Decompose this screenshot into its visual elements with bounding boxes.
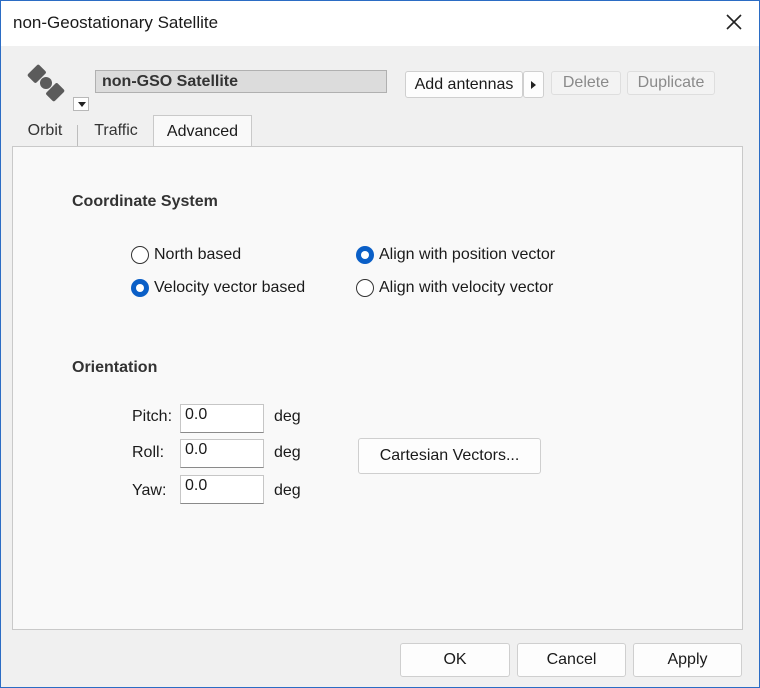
tab-advanced[interactable]: Advanced: [153, 115, 252, 146]
radio-label: North based: [154, 246, 242, 263]
orientation-title: Orientation: [72, 359, 158, 376]
yaw-label: Yaw:: [132, 482, 167, 499]
radio-label: Align with velocity vector: [379, 279, 554, 296]
radio-dot: [356, 246, 374, 264]
roll-input[interactable]: 0.0: [180, 439, 264, 468]
add-antennas-button[interactable]: Add antennas: [405, 71, 523, 98]
title-bar: non-Geostationary Satellite: [1, 1, 759, 46]
delete-button[interactable]: Delete: [551, 71, 621, 95]
advanced-panel: Coordinate System North based Velocity v…: [12, 146, 743, 630]
radio-label: Align with position vector: [379, 246, 556, 263]
pitch-input[interactable]: 0.0: [180, 404, 264, 433]
window-title: non-Geostationary Satellite: [13, 13, 219, 32]
tab-traffic[interactable]: Traffic: [81, 115, 151, 146]
satellite-icon: [23, 60, 69, 106]
dropdown-arrow-icon[interactable]: [73, 97, 89, 111]
duplicate-button[interactable]: Duplicate: [627, 71, 715, 95]
tab-divider: [77, 125, 78, 147]
yaw-unit: deg: [274, 482, 301, 499]
tab-orbit[interactable]: Orbit: [17, 115, 73, 146]
roll-unit: deg: [274, 444, 301, 461]
pitch-label: Pitch:: [132, 408, 173, 425]
coordinate-system-title: Coordinate System: [72, 193, 218, 210]
radio-dot: [131, 246, 149, 264]
apply-button[interactable]: Apply: [633, 643, 742, 677]
pitch-unit: deg: [274, 408, 301, 425]
chevron-right-icon[interactable]: [523, 71, 544, 98]
cartesian-vectors-button[interactable]: Cartesian Vectors...: [358, 438, 541, 474]
radio-label: Velocity vector based: [154, 279, 306, 296]
roll-label: Roll:: [132, 444, 165, 461]
close-icon[interactable]: [723, 11, 745, 33]
satellite-name-field[interactable]: non-GSO Satellite: [95, 70, 387, 93]
dialog-window: non-Geostationary Satellite non-GSO Sate…: [0, 0, 760, 688]
ok-button[interactable]: OK: [400, 643, 510, 677]
yaw-input[interactable]: 0.0: [180, 475, 264, 504]
radio-dot: [356, 279, 374, 297]
cancel-button[interactable]: Cancel: [517, 643, 626, 677]
radio-dot: [131, 279, 149, 297]
